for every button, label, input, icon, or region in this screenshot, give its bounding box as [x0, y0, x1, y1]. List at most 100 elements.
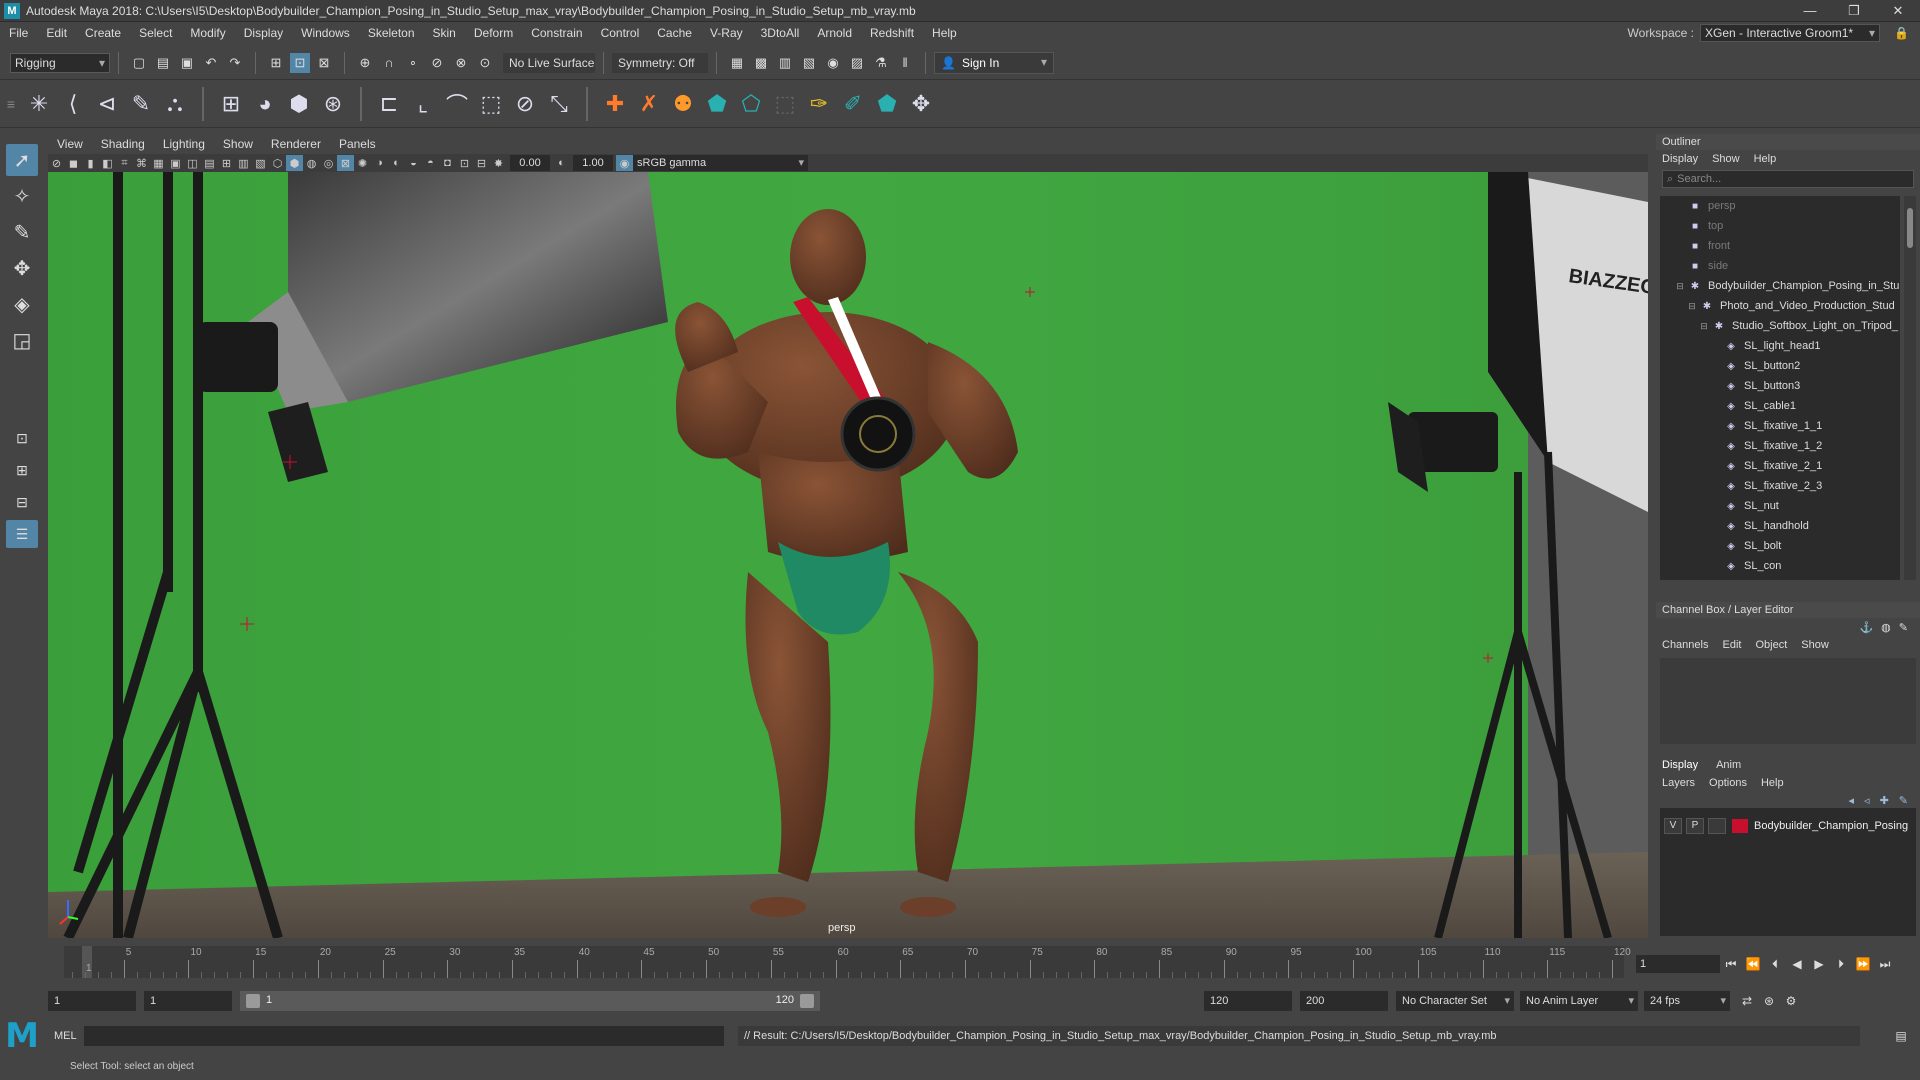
smooth-shade-icon[interactable]: ⬢: [286, 155, 303, 171]
safe-action-icon[interactable]: ▥: [235, 155, 252, 171]
two-view-layout-icon[interactable]: ⊟: [6, 488, 38, 516]
minimize-button[interactable]: —: [1788, 0, 1832, 22]
channel-box-menu-edit[interactable]: Edit: [1722, 639, 1741, 651]
close-button[interactable]: ✕: [1876, 0, 1920, 22]
brush-icon[interactable]: ✐: [839, 88, 867, 120]
hypershade-icon[interactable]: ◉: [823, 53, 843, 73]
layer-color-swatch[interactable]: [1732, 819, 1748, 833]
layer-menu-help[interactable]: Help: [1761, 777, 1784, 789]
outliner-item[interactable]: ◈ SL_handhold: [1660, 516, 1900, 536]
playback-start-field[interactable]: 1: [144, 991, 232, 1011]
gamma-field[interactable]: 1.00: [573, 155, 613, 171]
attach-icon[interactable]: ✥: [907, 88, 935, 120]
color-management-icon[interactable]: ◉: [616, 155, 633, 171]
outliner-item[interactable]: ■ persp: [1660, 196, 1900, 216]
new-layer-icon[interactable]: ✚: [1880, 794, 1889, 807]
create-joint-icon[interactable]: ✳: [25, 88, 53, 120]
outliner-item[interactable]: ⊟ ✱ Bodybuilder_Champion_Posing_in_Stu: [1660, 276, 1900, 296]
wireframe-icon[interactable]: ⬡: [269, 155, 286, 171]
pole-vector-icon[interactable]: ⤡: [545, 88, 573, 120]
workspace-dropdown[interactable]: XGen - Interactive Groom1*: [1700, 24, 1880, 42]
exposure-field[interactable]: 0.00: [510, 155, 550, 171]
camera-film-gate-icon[interactable]: ◧: [99, 155, 116, 171]
outliner-layout-icon[interactable]: ☰: [6, 520, 38, 548]
move-layer-up-icon[interactable]: ◂: [1849, 794, 1855, 807]
blendshape-icon[interactable]: ⬟: [703, 88, 731, 120]
go-to-end-icon[interactable]: ⏭: [1874, 957, 1896, 972]
layer-display-type[interactable]: [1708, 818, 1726, 834]
open-scene-icon[interactable]: ▤: [153, 53, 173, 73]
menu-arnold[interactable]: Arnold: [808, 22, 861, 44]
channel-box-menu-channels[interactable]: Channels: [1662, 639, 1708, 651]
menu-redshift[interactable]: Redshift: [861, 22, 923, 44]
xray-joints-icon[interactable]: ⊡: [456, 155, 473, 171]
camera-attributes-icon[interactable]: ⊘: [48, 155, 65, 171]
isolate-select-icon[interactable]: ◘: [439, 155, 456, 171]
snap-grid-icon[interactable]: ⊕: [355, 53, 375, 73]
playback-end-field[interactable]: 120: [1204, 991, 1292, 1011]
outliner-item[interactable]: ⊟ ✱ Photo_and_Video_Production_Stud: [1660, 296, 1900, 316]
layer-menu-layers[interactable]: Layers: [1662, 777, 1695, 789]
ipr-render-icon[interactable]: ▥: [775, 53, 795, 73]
menu-windows[interactable]: Windows: [292, 22, 359, 44]
hik-icon[interactable]: ⛬: [161, 88, 189, 120]
select-object-icon[interactable]: ⊡: [290, 52, 310, 73]
channel-box-menu-object[interactable]: Object: [1755, 639, 1787, 651]
tab-display[interactable]: Display: [1662, 759, 1698, 771]
shadows-icon[interactable]: ◑: [371, 155, 388, 171]
loop-icon[interactable]: ⇄: [1736, 994, 1758, 1008]
scale-constraint-icon[interactable]: ⬚: [477, 88, 505, 120]
image-plane-icon[interactable]: ▮: [82, 155, 99, 171]
lasso-tool-icon[interactable]: ✧: [6, 180, 38, 212]
go-to-start-icon[interactable]: ⏮: [1720, 957, 1742, 972]
locator-icon[interactable]: ✚: [601, 88, 629, 120]
undo-icon[interactable]: ↶: [201, 53, 221, 73]
menu-skin[interactable]: Skin: [424, 22, 465, 44]
channel-box-toggle-icon[interactable]: ⚓: [1859, 621, 1873, 634]
cluster-icon[interactable]: ◕: [251, 88, 279, 120]
gamma-icon[interactable]: ◐: [553, 155, 570, 171]
layer-playback-toggle[interactable]: P: [1686, 818, 1704, 834]
lattice-icon[interactable]: ⊞: [217, 88, 245, 120]
layer-visibility-toggle[interactable]: V: [1664, 818, 1682, 834]
point-constraint-icon[interactable]: ⌞: [409, 88, 437, 120]
script-language-toggle[interactable]: MEL: [44, 1030, 84, 1042]
menu-set-dropdown[interactable]: Rigging: [10, 52, 110, 73]
play-backwards-icon[interactable]: ◀: [1786, 957, 1808, 971]
snap-curve-icon[interactable]: ∩: [379, 53, 399, 73]
parent-constraint-icon[interactable]: ⊏: [375, 88, 403, 120]
script-editor-icon[interactable]: ▤: [1890, 1029, 1912, 1043]
snap-point-icon[interactable]: ∘: [403, 53, 423, 73]
field-chart-icon[interactable]: ⊞: [218, 155, 235, 171]
anti-alias-icon[interactable]: ◓: [422, 155, 439, 171]
animation-prefs-icon[interactable]: ⚙: [1780, 994, 1802, 1008]
ssao-icon[interactable]: ◐: [388, 155, 405, 171]
expand-toggle-icon[interactable]: ⊟: [1674, 281, 1686, 292]
resolution-gate-icon[interactable]: ◫: [184, 155, 201, 171]
grid-toggle-icon[interactable]: ▦: [150, 155, 167, 171]
move-layer-down-icon[interactable]: ◃: [1864, 794, 1870, 807]
outliner-item[interactable]: ■ top: [1660, 216, 1900, 236]
outliner-menu-help[interactable]: Help: [1754, 153, 1777, 165]
gate-mask-icon[interactable]: ▤: [201, 155, 218, 171]
outliner-item[interactable]: ◈ SL_fixative_2_1: [1660, 456, 1900, 476]
viewport-menu-panels[interactable]: Panels: [330, 137, 385, 151]
menu-constrain[interactable]: Constrain: [522, 22, 591, 44]
move-tool-icon[interactable]: ✥: [6, 252, 38, 284]
paint-weights-icon[interactable]: ✑: [805, 88, 833, 120]
camera-bookmark-icon[interactable]: ◼: [65, 155, 82, 171]
shelf-menu-icon[interactable]: ≡: [0, 96, 22, 112]
outliner-item[interactable]: ◈ SL_fixative_2_3: [1660, 476, 1900, 496]
four-view-layout-icon[interactable]: ⊞: [6, 456, 38, 484]
auto-key-icon[interactable]: ⊛: [1758, 994, 1780, 1008]
menu-modify[interactable]: Modify: [181, 22, 234, 44]
perspective-viewport[interactable]: BIAZZEO persp: [48, 172, 1648, 938]
symmetry-dropdown[interactable]: Symmetry: Off: [612, 52, 708, 73]
menu-3dtoall[interactable]: 3DtoAll: [752, 22, 809, 44]
wrap-icon[interactable]: ⬢: [285, 88, 313, 120]
range-slider-track[interactable]: 1 120: [240, 991, 820, 1011]
live-surface-field[interactable]: No Live Surface: [503, 52, 595, 73]
menu-select[interactable]: Select: [130, 22, 181, 44]
play-forwards-icon[interactable]: ▶: [1808, 957, 1830, 971]
save-scene-icon[interactable]: ▣: [177, 53, 197, 73]
